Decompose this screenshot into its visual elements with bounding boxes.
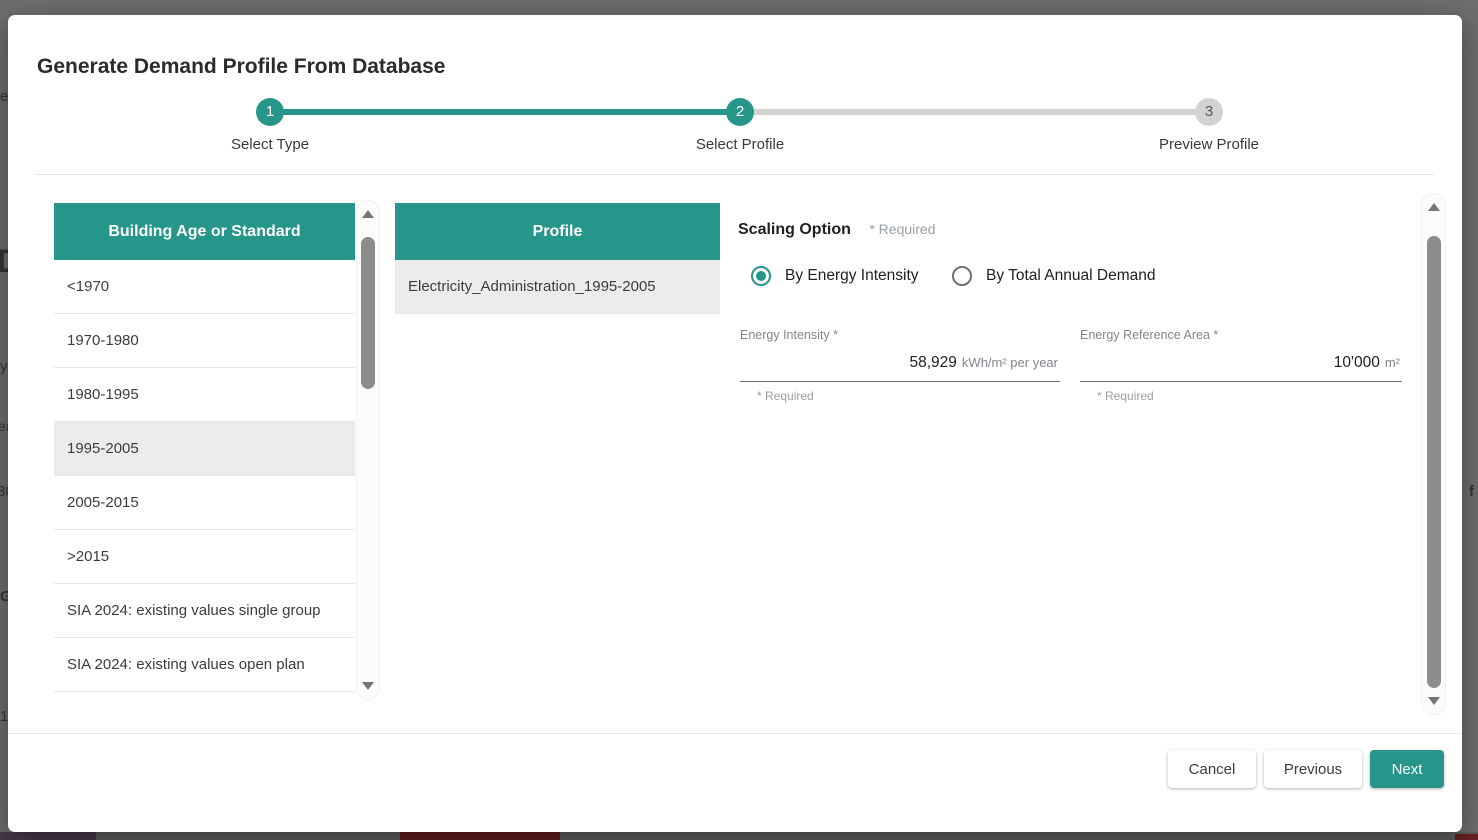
required-hint: * Required bbox=[1097, 389, 1402, 403]
bg-text-fragment: f bbox=[1469, 483, 1478, 500]
radio-option-by-total-annual-demand[interactable]: By Total Annual Demand bbox=[952, 266, 1155, 286]
bg-bottom-strip-red bbox=[1455, 834, 1478, 840]
radio-dot bbox=[756, 271, 766, 281]
radio-selected-icon[interactable] bbox=[751, 266, 771, 286]
building-age-list-header: Building Age or Standard bbox=[54, 203, 355, 260]
list-item[interactable]: >2015 bbox=[54, 530, 355, 584]
step-3-circle: 3 bbox=[1195, 98, 1223, 126]
energy-intensity-field: Energy Intensity * 58,929 kWh/m² per yea… bbox=[740, 328, 1060, 403]
scrollbar-thumb[interactable] bbox=[361, 237, 375, 389]
scroll-down-arrow-icon[interactable] bbox=[362, 682, 374, 690]
building-age-list: Building Age or Standard <1970 1970-1980… bbox=[54, 203, 355, 692]
energy-reference-area-input[interactable]: 10'000 m² bbox=[1080, 344, 1402, 382]
step-1-label: Select Type bbox=[231, 136, 309, 153]
energy-reference-area-field: Energy Reference Area * 10'000 m² * Requ… bbox=[1080, 328, 1402, 403]
energy-reference-area-unit: m² bbox=[1385, 355, 1400, 370]
scroll-up-arrow-icon[interactable] bbox=[1428, 203, 1440, 211]
previous-button[interactable]: Previous bbox=[1264, 750, 1362, 788]
bg-bottom-strip-purple bbox=[0, 832, 96, 840]
scaling-required-note: * Required bbox=[869, 221, 935, 237]
building-list-scrollbar[interactable] bbox=[356, 200, 380, 700]
required-hint: * Required bbox=[757, 389, 1060, 403]
list-item[interactable]: SIA 2024: existing values single group bbox=[54, 584, 355, 638]
header-divider bbox=[36, 174, 1434, 175]
bg-bottom-strip-red bbox=[400, 832, 560, 840]
step-3-label: Preview Profile bbox=[1159, 136, 1259, 153]
list-item-selected[interactable]: 1995-2005 bbox=[54, 422, 355, 476]
energy-reference-area-label: Energy Reference Area * bbox=[1080, 328, 1402, 342]
scaling-option-title: Scaling Option bbox=[738, 221, 851, 238]
scroll-down-arrow-icon[interactable] bbox=[1428, 697, 1440, 705]
bg-bottom-strip bbox=[0, 832, 1478, 840]
cancel-button[interactable]: Cancel bbox=[1168, 750, 1256, 788]
footer-divider bbox=[8, 733, 1462, 734]
step-2-label: Select Profile bbox=[696, 136, 784, 153]
scaling-option-header: Scaling Option * Required bbox=[738, 221, 936, 239]
step-2-circle[interactable]: 2 bbox=[726, 98, 754, 126]
dialog-title: Generate Demand Profile From Database bbox=[37, 55, 445, 79]
profile-list-header: Profile bbox=[395, 203, 720, 260]
step-1-circle[interactable]: 1 bbox=[256, 98, 284, 126]
stepper-connector-upcoming bbox=[740, 109, 1211, 115]
radio-label: By Total Annual Demand bbox=[986, 267, 1155, 285]
list-item[interactable]: 2005-2015 bbox=[54, 476, 355, 530]
profile-list: Profile Electricity_Administration_1995-… bbox=[395, 203, 720, 314]
stepper-connector-complete bbox=[270, 109, 748, 115]
list-item[interactable]: <1970 bbox=[54, 260, 355, 314]
list-item[interactable]: SIA 2024: existing values open plan bbox=[54, 638, 355, 692]
energy-intensity-input[interactable]: 58,929 kWh/m² per year bbox=[740, 344, 1060, 382]
list-item-selected[interactable]: Electricity_Administration_1995-2005 bbox=[395, 260, 720, 314]
energy-intensity-unit: kWh/m² per year bbox=[962, 355, 1058, 370]
energy-reference-area-value[interactable]: 10'000 bbox=[1334, 354, 1380, 372]
radio-option-by-energy-intensity[interactable]: By Energy Intensity bbox=[751, 266, 919, 286]
radio-label: By Energy Intensity bbox=[785, 267, 919, 285]
dialog-content-scrollbar[interactable] bbox=[1421, 193, 1446, 715]
radio-unselected-icon[interactable] bbox=[952, 266, 972, 286]
list-item[interactable]: 1980-1995 bbox=[54, 368, 355, 422]
generate-demand-profile-dialog: Generate Demand Profile From Database 1 … bbox=[8, 15, 1462, 832]
energy-intensity-value[interactable]: 58,929 bbox=[910, 354, 957, 372]
list-item[interactable]: 1970-1980 bbox=[54, 314, 355, 368]
scroll-up-arrow-icon[interactable] bbox=[362, 210, 374, 218]
scrollbar-thumb[interactable] bbox=[1427, 236, 1441, 688]
energy-intensity-label: Energy Intensity * bbox=[740, 328, 1060, 342]
next-button[interactable]: Next bbox=[1370, 750, 1444, 788]
